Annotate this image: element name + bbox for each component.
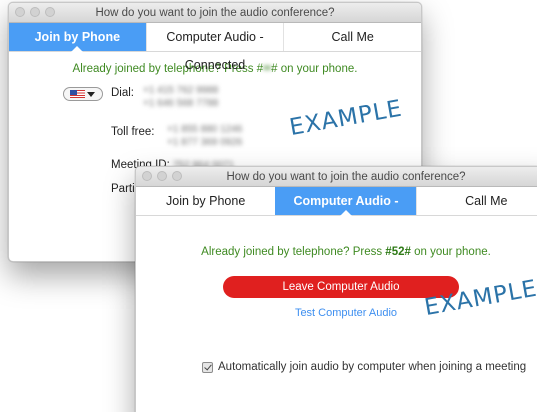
auto-join-label[interactable]: Automatically join audio by computer whe… bbox=[218, 361, 526, 373]
telephone-join-note: Already joined by telephone? Press #52# … bbox=[136, 246, 537, 258]
participant-code: #52# bbox=[385, 246, 411, 258]
titlebar[interactable]: How do you want to join the audio confer… bbox=[136, 167, 537, 187]
window-controls bbox=[15, 7, 55, 17]
zoom-window-icon[interactable] bbox=[45, 7, 55, 17]
toll-free-number-1: +1 855 880 1246 bbox=[167, 124, 243, 135]
window-title: How do you want to join the audio confer… bbox=[226, 171, 466, 183]
note-text-after: on your phone. bbox=[410, 246, 491, 258]
toll-free-number-2: +1 877 369 0926 bbox=[167, 137, 243, 148]
tab-call-me[interactable]: Call Me bbox=[415, 187, 537, 215]
example-watermark: EXAMPLE bbox=[287, 95, 405, 141]
tab-join-by-phone[interactable]: Join by Phone bbox=[9, 23, 146, 52]
audio-tabs: Join by Phone Computer Audio - Connected… bbox=[136, 187, 537, 236]
titlebar[interactable]: How do you want to join the audio confer… bbox=[9, 3, 421, 23]
tab-computer-audio[interactable]: Computer Audio - Connected bbox=[145, 23, 284, 72]
toll-free-label: Toll free: bbox=[111, 126, 155, 138]
chevron-down-icon bbox=[87, 92, 95, 97]
note-text-after: # on your phone. bbox=[271, 63, 358, 75]
auto-join-checkbox[interactable] bbox=[202, 361, 213, 373]
participant-code-redacted: •• bbox=[263, 63, 272, 75]
dial-label: Dial: bbox=[111, 87, 135, 99]
screenshot-stage: How do you want to join the audio confer… bbox=[0, 0, 537, 412]
zoom-window-icon[interactable] bbox=[172, 171, 182, 181]
country-select[interactable] bbox=[63, 87, 103, 101]
tab-call-me[interactable]: Call Me bbox=[283, 23, 421, 51]
us-flag-icon bbox=[70, 90, 85, 98]
close-window-icon[interactable] bbox=[142, 171, 152, 181]
close-window-icon[interactable] bbox=[15, 7, 25, 17]
audio-dialog-front-window: How do you want to join the audio confer… bbox=[135, 166, 537, 412]
tab-computer-audio[interactable]: Computer Audio - Connected bbox=[275, 187, 416, 236]
tab-join-by-phone[interactable]: Join by Phone bbox=[136, 187, 275, 215]
window-title: How do you want to join the audio confer… bbox=[95, 7, 335, 19]
audio-tabs: Join by Phone Computer Audio - Connected… bbox=[9, 23, 421, 72]
dial-number-2: +1 646 568 7788 bbox=[143, 98, 219, 109]
auto-join-option: Automatically join audio by computer whe… bbox=[202, 361, 526, 373]
minimize-window-icon[interactable] bbox=[157, 171, 167, 181]
participant-id-label: Parti bbox=[111, 183, 135, 195]
minimize-window-icon[interactable] bbox=[30, 7, 40, 17]
window-controls bbox=[142, 171, 182, 181]
dial-number-1: +1 415 762 9988 bbox=[143, 85, 219, 96]
note-text-before: Already joined by telephone? Press bbox=[201, 246, 386, 258]
